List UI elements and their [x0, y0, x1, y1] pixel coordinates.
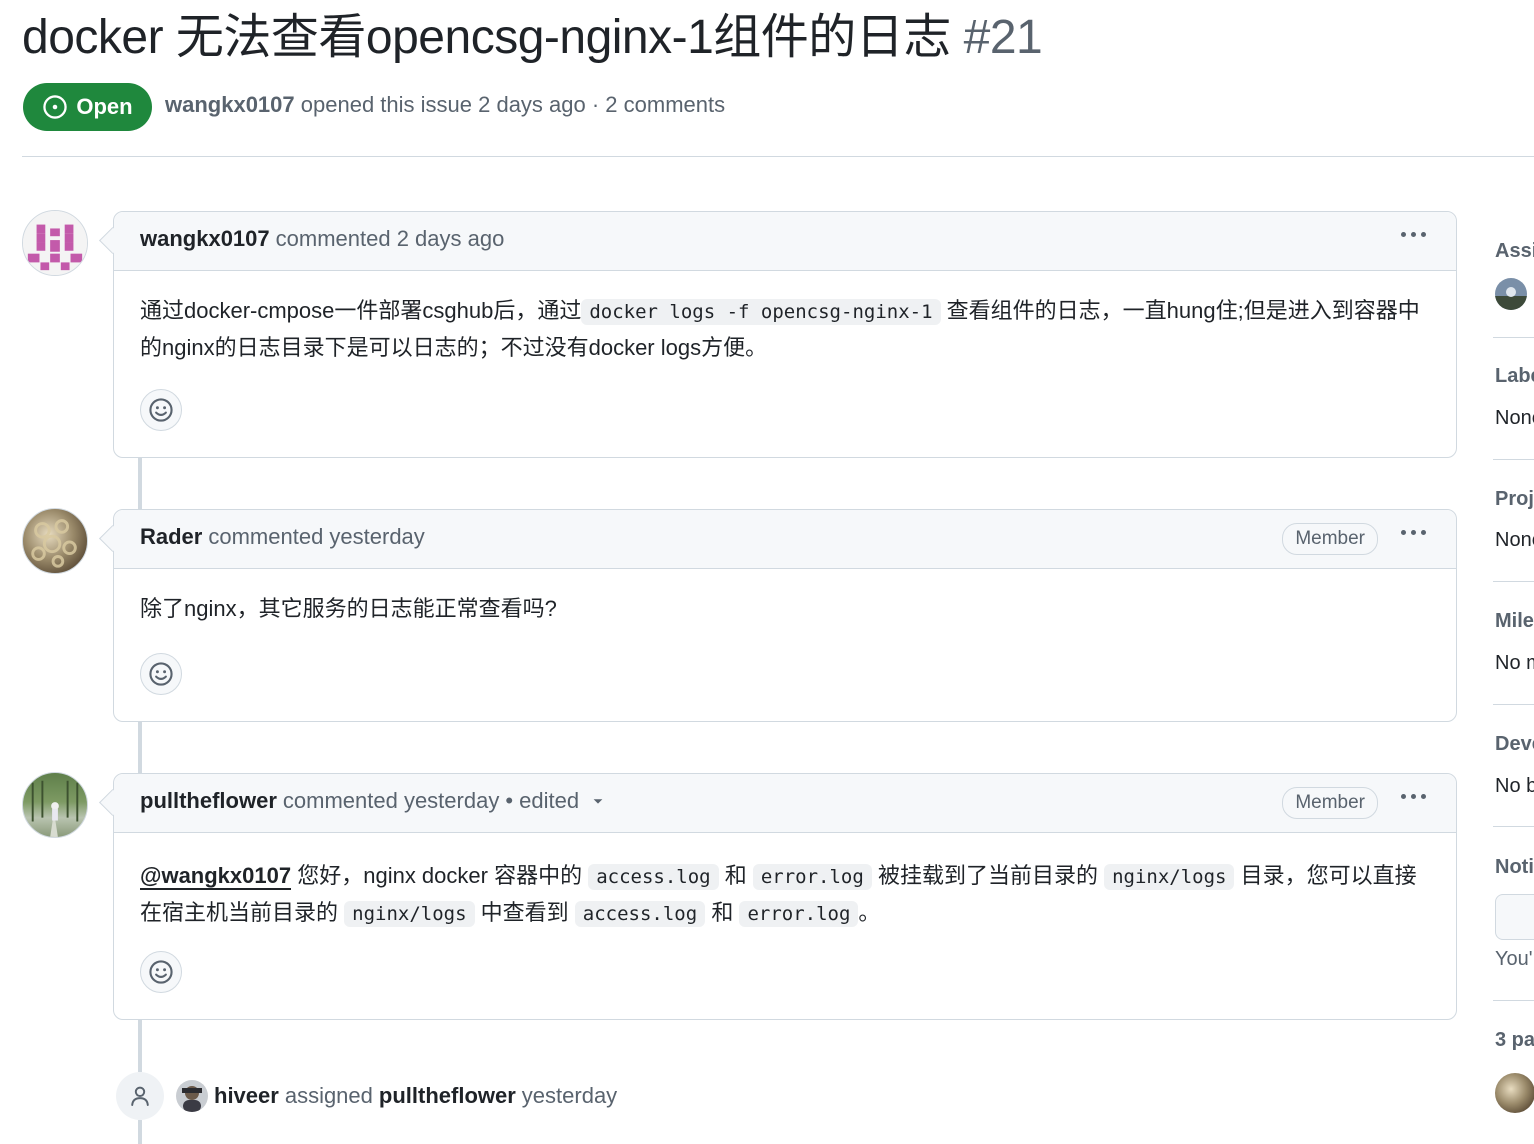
inline-code: docker logs -f opencsg-nginx-1	[581, 299, 941, 325]
comment-text: 。	[858, 900, 881, 925]
member-badge: Member	[1282, 787, 1378, 819]
inline-code: access.log	[574, 901, 706, 927]
comment-menu-button[interactable]	[1401, 530, 1426, 535]
issue-title: docker 无法查看opencsg-nginx-1组件的日志 #21	[22, 6, 1043, 70]
sidebar-milestone-value: No m	[1495, 652, 1534, 674]
header-divider	[22, 156, 1534, 157]
timeline-line	[138, 1120, 142, 1144]
inline-code: error.log	[752, 864, 872, 890]
timeline-line	[138, 458, 142, 510]
event-time[interactable]: yesterday	[522, 1083, 617, 1109]
comment-text: 和	[711, 900, 734, 925]
inline-code: error.log	[739, 901, 859, 927]
comment-text: 您好，nginx docker 容器中的	[297, 863, 583, 888]
comment-menu-button[interactable]	[1401, 794, 1426, 799]
person-icon	[116, 1072, 164, 1120]
sidebar-divider	[1493, 459, 1534, 460]
member-badge: Member	[1282, 523, 1378, 555]
comment-header: pulltheflower commented yesterday • edit…	[114, 774, 1456, 833]
comment-author[interactable]: pulltheflower	[140, 788, 277, 814]
event-actor[interactable]: hiveer	[214, 1083, 279, 1109]
comment-timestamp[interactable]: commented yesterday	[283, 788, 499, 814]
avatar[interactable]	[22, 508, 88, 574]
comment-text: 和	[724, 863, 747, 888]
comment-body: @wangkx0107 您好，nginx docker 容器中的 access.…	[114, 833, 1456, 932]
comment-text: 除了nginx，其它服务的日志能正常查看吗?	[140, 596, 557, 621]
comment-timestamp[interactable]: commented 2 days ago	[276, 226, 505, 252]
avatar[interactable]	[22, 210, 88, 276]
comment-menu-button[interactable]	[1401, 232, 1426, 237]
comment-card: wangkx0107 commented 2 days ago 通过docker…	[113, 211, 1457, 458]
inline-code: nginx/logs	[344, 901, 475, 927]
sidebar-divider	[1493, 581, 1534, 582]
sidebar-development-label[interactable]: Deve	[1495, 733, 1534, 756]
comment-card: Rader commented yesterday Member 除了nginx…	[113, 509, 1457, 722]
sidebar-divider	[1493, 826, 1534, 827]
comment-timestamp[interactable]: commented yesterday	[208, 524, 424, 550]
issue-state-badge: Open	[23, 83, 152, 131]
sidebar-labels-value: None	[1495, 407, 1534, 429]
timeline-line	[138, 1020, 142, 1072]
avatar[interactable]	[1495, 1073, 1534, 1113]
smiley-icon	[149, 662, 173, 686]
edited-indicator[interactable]: • edited	[505, 788, 579, 814]
user-mention-link[interactable]: @wangkx0107	[140, 863, 292, 890]
sidebar-projects-label[interactable]: Proj	[1495, 488, 1534, 511]
issue-opened-icon	[43, 95, 68, 119]
add-reaction-button[interactable]	[140, 951, 182, 993]
sidebar-participants-label: 3 pa	[1495, 1029, 1534, 1051]
comment-author[interactable]: wangkx0107	[140, 226, 270, 252]
add-reaction-button[interactable]	[140, 389, 182, 431]
sidebar-milestone-label[interactable]: Mile	[1495, 610, 1534, 633]
sidebar-divider	[1493, 704, 1534, 705]
inline-code: nginx/logs	[1104, 864, 1235, 890]
subscribe-button[interactable]	[1495, 894, 1534, 940]
timeline-line	[138, 722, 142, 774]
smiley-icon	[149, 398, 173, 422]
comment-body: 除了nginx，其它服务的日志能正常查看吗?	[114, 569, 1456, 626]
issue-title-text: docker 无法查看opencsg-nginx-1组件的日志	[22, 11, 951, 64]
sidebar-divider	[1493, 337, 1534, 338]
issue-author-link[interactable]: wangkx0107	[165, 92, 295, 117]
comment-header: Rader commented yesterday Member	[114, 510, 1456, 569]
timeline-event: hiveer assigned pulltheflower yesterday	[176, 1080, 617, 1112]
issue-opened-text: opened this issue 2 days ago · 2 comment…	[300, 92, 726, 117]
triangle-down-icon[interactable]	[591, 794, 605, 808]
comment-author[interactable]: Rader	[140, 524, 202, 550]
avatar[interactable]	[176, 1080, 208, 1112]
event-action: assigned	[284, 1083, 373, 1108]
avatar[interactable]	[1495, 278, 1527, 310]
avatar[interactable]	[22, 772, 88, 838]
sidebar-assignees-label[interactable]: Assi	[1495, 240, 1534, 263]
smiley-icon	[149, 960, 173, 984]
comment-text: 通过docker-cmpose一件部署csghub后，通过	[140, 298, 582, 323]
inline-code: access.log	[588, 864, 719, 890]
sidebar-development-value: No b	[1495, 775, 1534, 797]
sidebar-projects-value: None	[1495, 529, 1534, 551]
comment-body: 通过docker-cmpose一件部署csghub后，通过 docker logs…	[114, 271, 1456, 365]
comment-text: 被挂载到了当前目录的	[877, 863, 1098, 888]
issue-number: #21	[963, 11, 1043, 64]
comment-card: pulltheflower commented yesterday • edit…	[113, 773, 1457, 1020]
issue-meta: wangkx0107 opened this issue 2 days ago …	[165, 92, 725, 118]
sidebar-notifications-note: You'	[1495, 948, 1533, 970]
comment-header: wangkx0107 commented 2 days ago	[114, 212, 1456, 271]
comment-text: 中查看到	[480, 900, 569, 925]
sidebar-notifications-label: Noti	[1495, 856, 1534, 878]
event-target[interactable]: pulltheflower	[379, 1083, 516, 1109]
add-reaction-button[interactable]	[140, 653, 182, 695]
issue-state-label: Open	[76, 94, 133, 119]
sidebar-divider	[1493, 1000, 1534, 1001]
sidebar-labels-label[interactable]: Labe	[1495, 365, 1534, 388]
